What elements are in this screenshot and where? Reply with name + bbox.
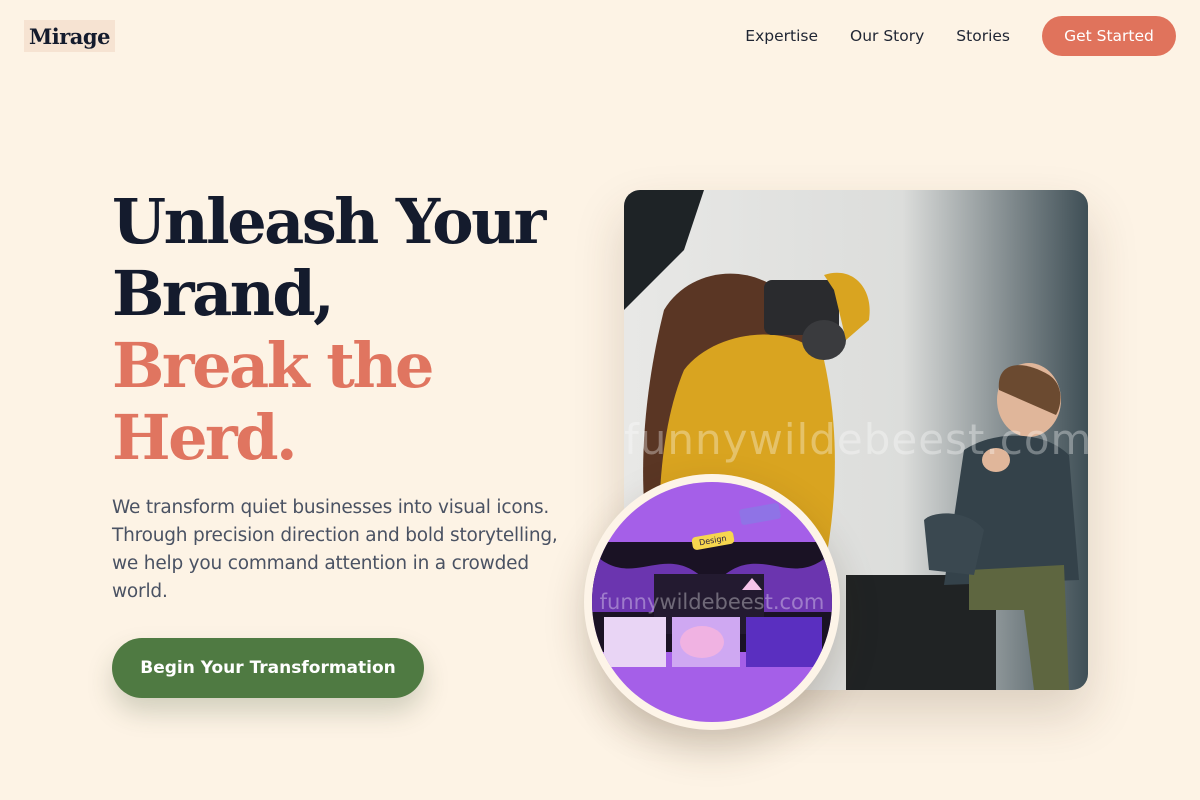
nav-link-our-story[interactable]: Our Story	[850, 16, 924, 56]
get-started-button[interactable]: Get Started	[1042, 16, 1176, 56]
inset-screenshot: Design funnywildebeest.com	[592, 482, 832, 722]
brand-logo[interactable]: Mirage	[24, 20, 115, 52]
begin-transformation-button[interactable]: Begin Your Transformation	[112, 638, 424, 698]
inset-circle: Design funnywildebeest.com	[584, 474, 840, 730]
nav-link-expertise[interactable]: Expertise	[745, 16, 818, 56]
main-nav: Expertise Our Story Stories Get Started	[745, 16, 1176, 56]
hero-title-line-2: Brand,	[112, 257, 335, 330]
hero-accent-line-2: Herd.	[112, 401, 298, 474]
inset-watermark: funnywildebeest.com	[599, 590, 825, 614]
nav-link-stories[interactable]: Stories	[956, 16, 1010, 56]
hero-title: Unleash Your Brand, Break the Herd.	[112, 185, 546, 474]
hero-accent-line-1: Break the	[112, 329, 434, 402]
photo-watermark: funnywildebeest.com	[624, 415, 1088, 464]
hero-description: We transform quiet businesses into visua…	[112, 497, 558, 602]
hero-title-line-1: Unleash Your	[112, 185, 546, 258]
